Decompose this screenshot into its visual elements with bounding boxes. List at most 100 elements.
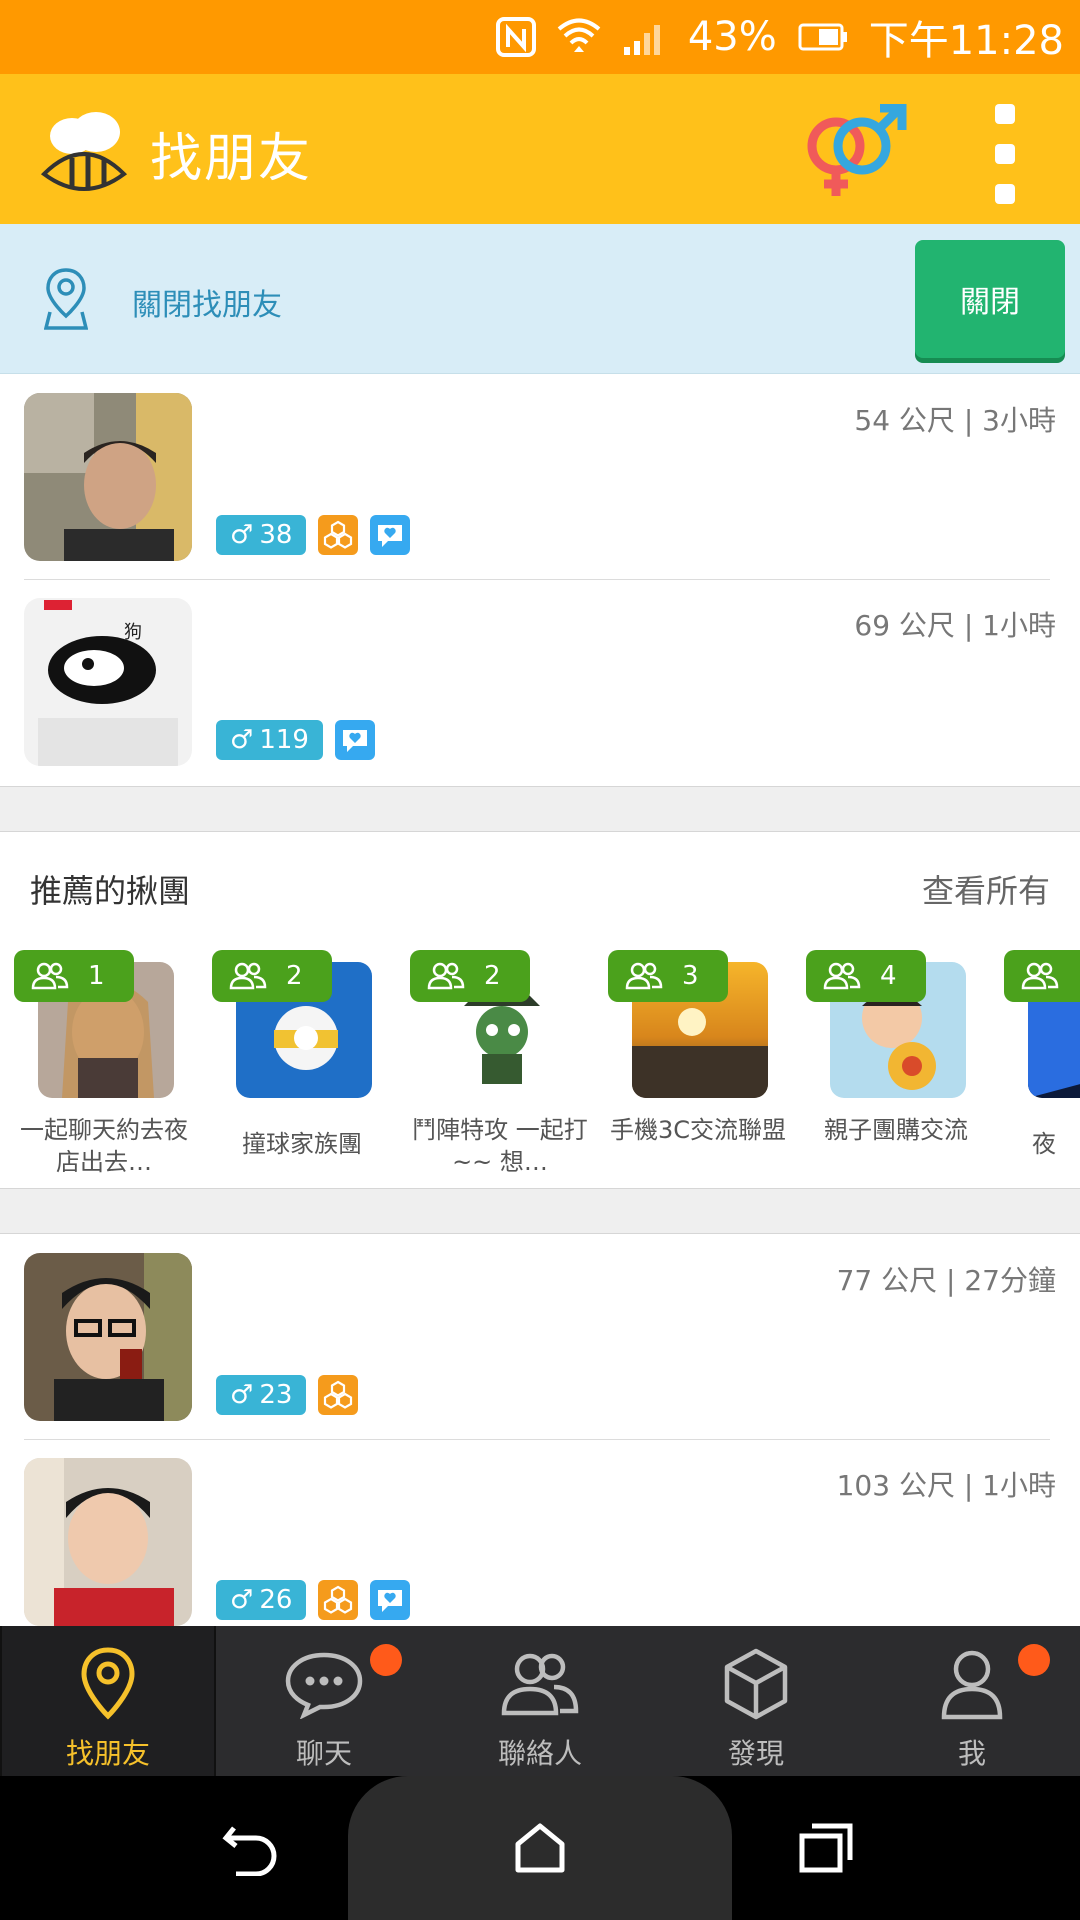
signal-icon <box>622 17 668 57</box>
age-value: 119 <box>259 725 309 755</box>
group-name: 撞球家族團 <box>242 1130 362 1158</box>
nav-item-me[interactable]: 我 <box>864 1626 1080 1776</box>
nav-item-find-friends[interactable]: 找朋友 <box>0 1626 216 1776</box>
gender-age-badge: ♂ 119 <box>216 720 323 760</box>
svg-text:狗: 狗 <box>124 622 142 643</box>
group-name: 一起聊天約去夜店出去… <box>20 1116 188 1176</box>
nav-item-contacts[interactable]: 聯絡人 <box>432 1626 648 1776</box>
members-icon <box>823 962 861 990</box>
group-card[interactable]: 1 一起聊天約去夜店出去… <box>14 950 194 1188</box>
group-card[interactable]: 4 親子團購交流 <box>806 950 986 1188</box>
nfc-icon <box>495 17 536 57</box>
page-title: 找朋友 <box>150 129 313 189</box>
nav-label: 找朋友 <box>65 1737 150 1770</box>
chat-bubble-icon <box>282 1642 366 1726</box>
members-icon <box>625 962 663 990</box>
member-count: 4 <box>880 961 897 991</box>
male-icon: ♂ <box>230 1585 254 1615</box>
member-count-tag: 2 <box>212 950 332 1002</box>
location-pin-icon <box>43 266 89 332</box>
member-count-tag: 3 <box>608 950 728 1002</box>
recents-icon[interactable] <box>790 1812 862 1884</box>
nav-item-discover[interactable]: 發現 <box>648 1626 864 1776</box>
home-icon[interactable] <box>504 1812 576 1884</box>
app-bar: 找朋友 <box>0 74 1080 224</box>
status-bar: 43% 下午11:28 <box>0 0 1080 74</box>
section-separator <box>0 786 1080 832</box>
banner-text: 關閉找朋友 <box>132 288 282 323</box>
members-icon <box>31 962 69 990</box>
gender-filter-icon[interactable] <box>800 103 910 204</box>
cube-icon <box>714 1642 798 1726</box>
group-card[interactable]: 2 鬥陣特攻 一起打~~ 想… <box>410 950 590 1188</box>
member-count-tag: 4 <box>806 950 926 1002</box>
nav-item-chat[interactable]: 聊天 <box>216 1626 432 1776</box>
members-icon <box>1021 962 1059 990</box>
member-count-tag <box>1004 950 1080 1002</box>
group-name: 手機3C交流聯盟 <box>609 1116 787 1144</box>
battery-percent: 43% <box>687 14 777 60</box>
group-icon <box>318 1580 359 1620</box>
age-value: 23 <box>259 1380 293 1410</box>
members-icon <box>229 962 267 990</box>
section-separator <box>0 1188 1080 1234</box>
nav-label: 聊天 <box>295 1737 352 1770</box>
user-avatar <box>24 1253 192 1421</box>
group-card[interactable]: 夜 <box>1004 950 1080 1188</box>
location-banner: 關閉找朋友 關閉 <box>0 224 1080 374</box>
recommended-groups: 推薦的揪團 查看所有 1 一起聊天約去夜店出去… 2 撞球家族團 2 鬥陣特攻 … <box>0 832 1080 1188</box>
profile-icon <box>930 1642 1014 1726</box>
member-count: 2 <box>484 961 501 991</box>
gender-age-badge: ♂ 26 <box>216 1580 307 1620</box>
chat-heart-icon <box>370 515 411 555</box>
member-count: 3 <box>682 961 699 991</box>
group-card[interactable]: 3 手機3C交流聯盟 <box>608 950 788 1188</box>
clock: 下午11:28 <box>868 18 1064 64</box>
close-find-friends-button[interactable]: 關閉 <box>915 240 1065 358</box>
user-list-item[interactable]: 狗 69 公尺 | 1小時 ♂ 119 <box>0 580 1080 785</box>
user-badges: ♂ 119 <box>216 720 375 760</box>
nav-label: 聯絡人 <box>497 1737 582 1770</box>
user-list-item[interactable]: 103 公尺 | 1小時 ♂ 26 <box>0 1440 1080 1626</box>
group-card[interactable]: 2 撞球家族團 <box>212 950 392 1188</box>
members-icon <box>427 962 465 990</box>
member-count-tag: 1 <box>14 950 134 1002</box>
age-value: 38 <box>259 520 293 550</box>
notification-dot <box>1018 1644 1050 1676</box>
male-icon: ♂ <box>230 725 254 755</box>
age-value: 26 <box>259 1585 293 1615</box>
chat-heart-icon <box>334 720 375 760</box>
nav-label: 發現 <box>727 1737 784 1770</box>
notification-dot <box>370 1644 402 1676</box>
distance-time: 54 公尺 | 3小時 <box>854 404 1056 437</box>
group-name: 親子團購交流 <box>824 1116 968 1144</box>
see-all-link[interactable]: 查看所有 <box>922 866 1050 912</box>
battery-icon <box>797 22 849 52</box>
member-count-tag: 2 <box>410 950 530 1002</box>
group-icon <box>318 1375 359 1415</box>
distance-time: 103 公尺 | 1小時 <box>836 1469 1056 1502</box>
user-avatar <box>24 393 192 561</box>
location-pin-icon <box>66 1642 150 1726</box>
bee-chat-logo-icon <box>36 104 132 200</box>
user-avatar <box>24 1458 192 1626</box>
group-icon <box>318 515 359 555</box>
user-badges: ♂ 26 <box>216 1580 411 1620</box>
distance-time: 77 公尺 | 27分鐘 <box>836 1264 1056 1297</box>
system-navigation-bar <box>0 1776 1080 1920</box>
overflow-menu-icon[interactable] <box>990 104 1020 204</box>
back-icon[interactable] <box>216 1812 288 1884</box>
gender-age-badge: ♂ 38 <box>216 515 307 555</box>
chat-heart-icon <box>370 1580 411 1620</box>
bottom-navigation: 找朋友 聊天 聯絡人 發現 我 <box>0 1626 1080 1776</box>
user-avatar: 狗 <box>24 598 192 766</box>
member-count: 2 <box>286 961 303 991</box>
user-badges: ♂ 38 <box>216 515 411 555</box>
user-badges: ♂ 23 <box>216 1375 359 1415</box>
male-icon: ♂ <box>230 520 254 550</box>
distance-time: 69 公尺 | 1小時 <box>854 609 1056 642</box>
user-list-item[interactable]: 54 公尺 | 3小時 ♂ 38 <box>0 375 1080 580</box>
contacts-icon <box>498 1642 582 1726</box>
user-list-item[interactable]: 77 公尺 | 27分鐘 ♂ 23 <box>0 1235 1080 1440</box>
member-count: 1 <box>88 961 105 991</box>
